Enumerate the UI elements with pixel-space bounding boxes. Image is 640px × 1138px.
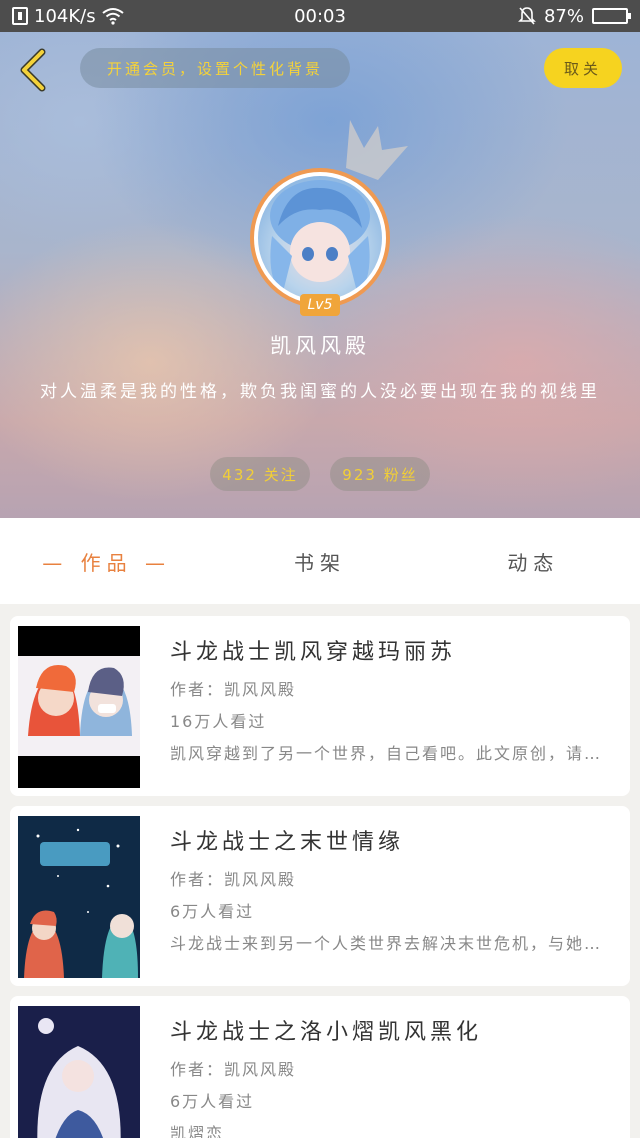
level-badge: Lv5 xyxy=(300,294,340,316)
book-views: 6万人看过 xyxy=(170,902,255,921)
book-cover xyxy=(18,816,140,978)
book-views: 16万人看过 xyxy=(170,712,267,731)
mute-bell-icon xyxy=(518,7,536,25)
network-speed: 104K/s xyxy=(34,5,96,27)
book-title: 斗龙战士之末世情缘 xyxy=(170,830,405,855)
book-title: 斗龙战士之洛小熠凯风黑化 xyxy=(170,1020,483,1045)
back-arrow-icon xyxy=(20,48,46,92)
book-views: 6万人看过 xyxy=(170,1092,255,1111)
followers-count[interactable]: 923 粉丝 xyxy=(330,457,430,491)
book-author: 作者：凯风风殿 xyxy=(170,1060,297,1079)
list-item[interactable]: 斗龙战士之末世情缘 作者：凯风风殿 6万人看过 斗龙战士来到另一个人类世界去解决… xyxy=(10,806,630,986)
book-summary: 凯熠恋 xyxy=(170,1124,225,1138)
book-cover xyxy=(18,1006,140,1138)
sim-card-icon xyxy=(12,7,28,25)
battery-icon xyxy=(592,8,631,24)
following-count[interactable]: 432 关注 xyxy=(210,457,310,491)
profile-header: 开通会员，设置个性化背景 取关 Lv5 凯风风殿 对人温柔是我的性格，欺负我闺蜜… xyxy=(0,32,640,518)
book-summary: 凯风穿越到了另一个世界，自己看吧。此文原创，请勿抄袭 xyxy=(170,744,616,763)
tab-bookshelf[interactable]: 书架 xyxy=(213,547,426,576)
profile-tabs: — 作品 — 书架 动态 xyxy=(0,518,640,604)
avatar-image xyxy=(258,176,382,300)
book-summary: 斗龙战士来到另一个人类世界去解决末世危机，与她们相遇 xyxy=(170,934,616,953)
tab-works[interactable]: — 作品 — xyxy=(0,547,213,576)
avatar[interactable] xyxy=(250,168,390,308)
clock: 00:03 xyxy=(294,5,346,27)
battery-percent: 87% xyxy=(543,5,584,27)
vip-background-prompt[interactable]: 开通会员，设置个性化背景 xyxy=(80,48,350,88)
tab-activity[interactable]: 动态 xyxy=(427,547,640,576)
username: 凯风风殿 xyxy=(270,334,370,358)
book-title: 斗龙战士凯风穿越玛丽苏 xyxy=(170,640,457,665)
unfollow-button[interactable]: 取关 xyxy=(544,48,622,88)
wifi-icon xyxy=(101,8,124,25)
user-bio: 对人温柔是我的性格，欺负我闺蜜的人没必要出现在我的视线里 xyxy=(40,382,600,402)
list-item[interactable]: 斗龙战士之洛小熠凯风黑化 作者：凯风风殿 6万人看过 凯熠恋 xyxy=(10,996,630,1138)
back-button[interactable] xyxy=(14,48,54,92)
book-author: 作者：凯风风殿 xyxy=(170,680,297,699)
list-item[interactable]: 斗龙战士凯风穿越玛丽苏 作者：凯风风殿 16万人看过 凯风穿越到了另一个世界，自… xyxy=(10,616,630,796)
book-author: 作者：凯风风殿 xyxy=(170,870,297,889)
book-cover xyxy=(18,626,140,788)
status-bar: 104K/s 00:03 87% xyxy=(0,0,640,32)
